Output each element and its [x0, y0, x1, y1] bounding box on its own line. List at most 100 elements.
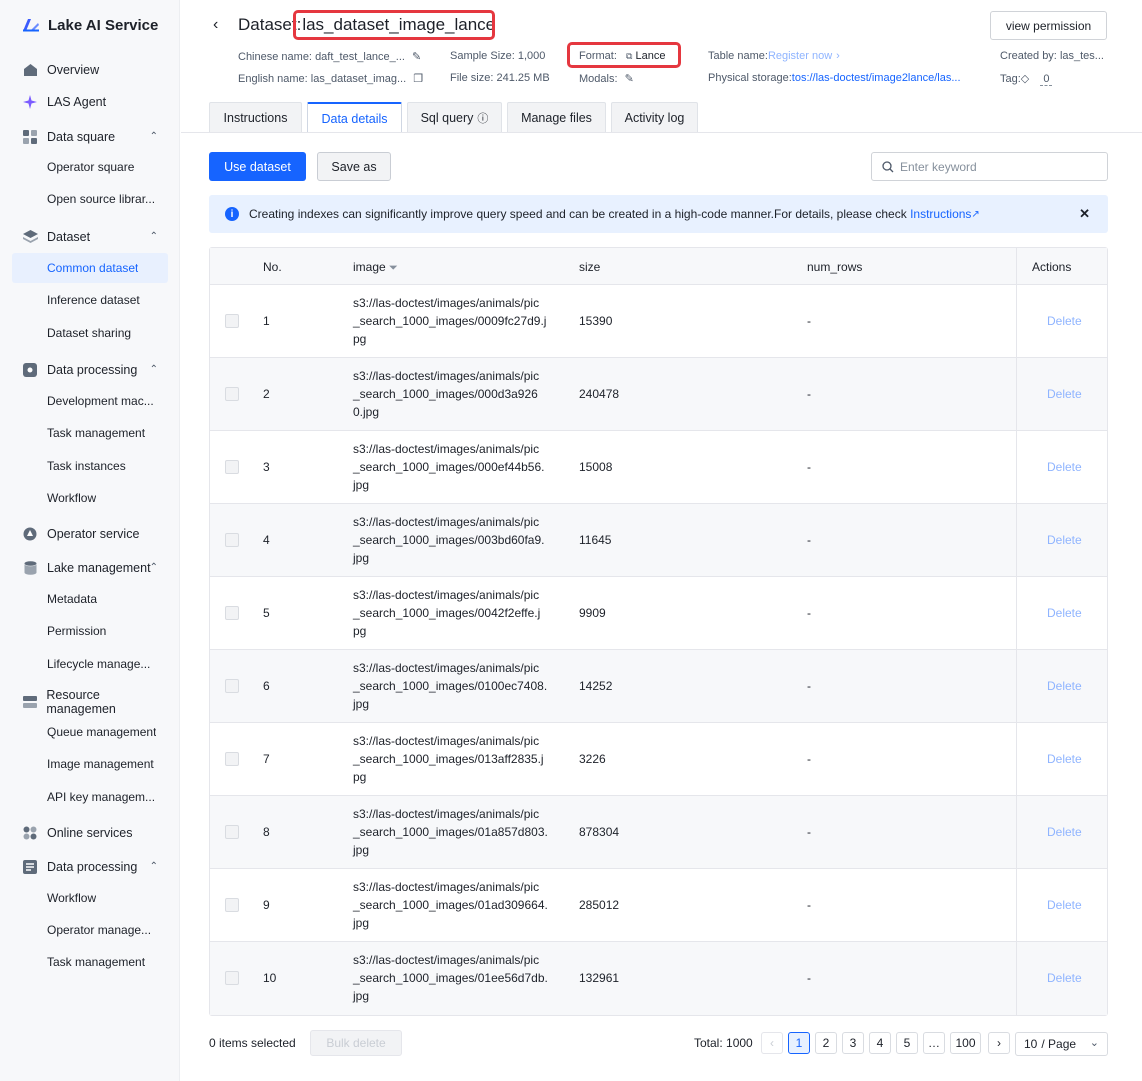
row-checkbox[interactable] — [225, 898, 239, 912]
page-button-3[interactable]: 3 — [842, 1032, 864, 1054]
cell-image-line: _search_1000_images/0042f2effe.j — [353, 606, 541, 620]
tab-instructions[interactable]: Instructions — [209, 102, 302, 133]
sidebar-item-image-management[interactable]: Image management — [12, 749, 168, 779]
copy-icon[interactable]: ❐ — [413, 73, 423, 85]
table-row: 7 s3://las-doctest/images/animals/pic _sea… — [210, 723, 1107, 796]
sidebar-item-inference-dataset[interactable]: Inference dataset — [12, 285, 168, 315]
tab-label: Instructions — [223, 111, 288, 125]
sidebar-group-data-square[interactable]: Data square ⌃ — [12, 122, 168, 152]
sidebar-group-las-agent[interactable]: LAS Agent — [12, 87, 168, 117]
sidebar-group-resource-managemen[interactable]: Resource managemen — [12, 687, 168, 717]
tab-activity-log[interactable]: Activity log — [611, 102, 698, 133]
sidebar-group-data-processing[interactable]: Data processing ⌃ — [12, 852, 168, 882]
prev-page-button[interactable]: ‹ — [761, 1032, 783, 1054]
delete-link[interactable]: Delete — [1047, 533, 1082, 547]
back-arrow-icon[interactable]: ‹ — [213, 16, 218, 34]
edit-icon[interactable]: ✎ — [625, 73, 634, 85]
bulk-delete-button[interactable]: Bulk delete — [310, 1030, 402, 1056]
next-page-button[interactable]: › — [988, 1032, 1010, 1054]
sidebar-item-dataset-sharing[interactable]: Dataset sharing — [12, 318, 168, 348]
search-input[interactable] — [900, 159, 1090, 174]
row-checkbox[interactable] — [225, 387, 239, 401]
filter-icon[interactable]: ⏷ — [389, 262, 398, 274]
cell-no: 9 — [263, 898, 270, 912]
sidebar-group-online-services[interactable]: Online services — [12, 818, 168, 848]
view-permission-button[interactable]: view permission — [990, 11, 1107, 40]
title-highlight-box — [293, 10, 495, 40]
row-checkbox[interactable] — [225, 679, 239, 693]
server-icon — [22, 694, 37, 710]
delete-link[interactable]: Delete — [1047, 971, 1082, 985]
sidebar-group-overview[interactable]: Overview — [12, 55, 168, 85]
sidebar-item-operator-manage[interactable]: Operator manage... — [12, 915, 168, 945]
tab-sql-query[interactable]: Sql query ⓘ — [407, 102, 502, 133]
sidebar-item-task-management[interactable]: Task management — [12, 947, 168, 977]
tab-data-details[interactable]: Data details — [307, 102, 402, 133]
cell-image: s3://las-doctest/images/animals/pic _sear… — [353, 367, 553, 421]
tag-count[interactable]: 0 — [1040, 73, 1053, 86]
physical-storage-link[interactable]: tos://las-doctest/image2lance/las... — [792, 72, 961, 84]
sidebar-group-dataset[interactable]: Dataset ⌃ — [12, 222, 168, 252]
page-ellipsis[interactable]: … — [923, 1032, 945, 1054]
delete-link[interactable]: Delete — [1047, 606, 1082, 620]
sidebar-group-lake-management[interactable]: Lake management ⌃ — [12, 553, 168, 583]
use-dataset-button[interactable]: Use dataset — [209, 152, 306, 181]
row-checkbox[interactable] — [225, 314, 239, 328]
cell-image-line: _search_1000_images/01ad309664. — [353, 898, 548, 912]
sidebar-item-development-mac[interactable]: Development mac... — [12, 386, 168, 416]
page-size-select[interactable]: 10 / Page ⌄ — [1015, 1032, 1108, 1056]
sidebar-item-api-key-managem[interactable]: API key managem... — [12, 782, 168, 812]
info-alert: i Creating indexes can significantly imp… — [209, 195, 1108, 233]
sidebar-item-metadata[interactable]: Metadata — [12, 584, 168, 614]
delete-link[interactable]: Delete — [1047, 825, 1082, 839]
cell-no: 1 — [263, 314, 270, 328]
col-image[interactable]: image ⏷ — [353, 260, 398, 275]
sidebar-item-open-source-librar[interactable]: Open source librar... — [12, 184, 168, 214]
row-checkbox[interactable] — [225, 825, 239, 839]
sidebar-item-label: Open source librar... — [47, 192, 156, 206]
instructions-link[interactable]: Instructions — [910, 207, 971, 221]
tab-manage-files[interactable]: Manage files — [507, 102, 606, 133]
register-now-link[interactable]: Register now — [768, 50, 832, 62]
sidebar-item-queue-management[interactable]: Queue management — [12, 717, 168, 747]
page-button-5[interactable]: 5 — [896, 1032, 918, 1054]
delete-link[interactable]: Delete — [1047, 387, 1082, 401]
delete-link[interactable]: Delete — [1047, 314, 1082, 328]
delete-link[interactable]: Delete — [1047, 898, 1082, 912]
page-button-1[interactable]: 1 — [788, 1032, 810, 1054]
sidebar-item-task-instances[interactable]: Task instances — [12, 451, 168, 481]
delete-link[interactable]: Delete — [1047, 752, 1082, 766]
sidebar-group-data-processing[interactable]: Data processing ⌃ — [12, 355, 168, 385]
sidebar-item-label: Lifecycle manage... — [47, 657, 151, 671]
brand[interactable]: Lake AI Service — [22, 14, 158, 36]
table-footer: 0 items selected Bulk delete Total: 1000… — [209, 1030, 1108, 1056]
edit-icon[interactable]: ✎ — [412, 51, 421, 63]
sidebar-item-permission[interactable]: Permission — [12, 616, 168, 646]
row-checkbox[interactable] — [225, 533, 239, 547]
sidebar-item-common-dataset[interactable]: Common dataset — [12, 253, 168, 283]
delete-link[interactable]: Delete — [1047, 460, 1082, 474]
sidebar-item-operator-square[interactable]: Operator square — [12, 152, 168, 182]
info-icon: i — [225, 207, 239, 221]
page-button-100[interactable]: 100 — [950, 1032, 981, 1054]
sidebar-item-lifecycle-manage[interactable]: Lifecycle manage... — [12, 649, 168, 679]
row-checkbox[interactable] — [225, 971, 239, 985]
table-header: No. image ⏷ size num_rows Actions — [210, 248, 1107, 285]
delete-link[interactable]: Delete — [1047, 679, 1082, 693]
row-checkbox[interactable] — [225, 606, 239, 620]
cell-no: 10 — [263, 971, 277, 985]
row-checkbox[interactable] — [225, 460, 239, 474]
page-button-4[interactable]: 4 — [869, 1032, 891, 1054]
close-icon[interactable]: ✕ — [1079, 206, 1090, 222]
sidebar-group-operator-service[interactable]: Operator service — [12, 519, 168, 549]
sidebar-item-workflow[interactable]: Workflow — [12, 883, 168, 913]
sidebar-item-task-management[interactable]: Task management — [12, 418, 168, 448]
sidebar-item-workflow[interactable]: Workflow — [12, 483, 168, 513]
sidebar-item-label: Queue management — [47, 725, 157, 739]
tag-field: Tag:◇ 0 — [1000, 72, 1053, 86]
chinese-name-label: Chinese name: — [238, 51, 312, 63]
save-as-button[interactable]: Save as — [317, 152, 391, 181]
row-checkbox[interactable] — [225, 752, 239, 766]
page-button-2[interactable]: 2 — [815, 1032, 837, 1054]
gear-icon — [22, 362, 38, 378]
